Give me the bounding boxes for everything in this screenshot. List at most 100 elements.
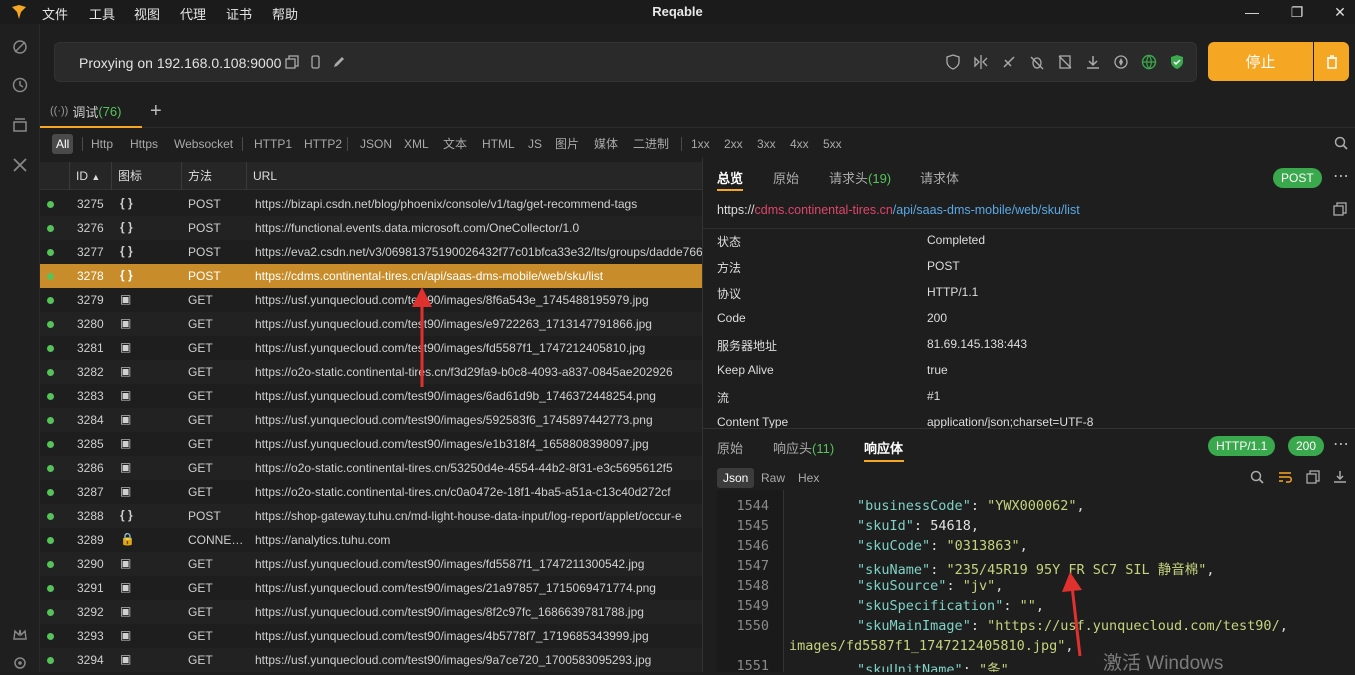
table-row[interactable]: 3277 { } POST https://eva2.csdn.net/v3/0698… (40, 240, 702, 264)
table-row[interactable]: 3294 ▣ GET https://usf.yunquecloud.com/test… (40, 648, 702, 672)
table-row[interactable]: 3291 ▣ GET https://usf.yunquecloud.com/test… (40, 576, 702, 600)
response-body-code[interactable]: 1544 "businessCode": "YWX000062", 1545 "sku… (717, 490, 1347, 672)
col-method[interactable]: 方法 (182, 162, 247, 190)
filter-2xx[interactable]: 2xx (720, 134, 747, 154)
close-button[interactable]: ✕ (1318, 0, 1355, 24)
search-body-icon[interactable] (1250, 470, 1264, 489)
filter-3xx[interactable]: 3xx (753, 134, 780, 154)
copy-url-icon[interactable] (1333, 202, 1347, 221)
table-row[interactable]: 3287 ▣ GET https://o2o-static.continental-t… (40, 480, 702, 504)
script-icon[interactable] (1055, 52, 1075, 72)
bug-icon[interactable] (1027, 52, 1047, 72)
table-row[interactable]: 3284 ▣ GET https://usf.yunquecloud.com/test… (40, 408, 702, 432)
menu-view[interactable]: 视图 (134, 4, 160, 23)
table-row[interactable]: 3283 ▣ GET https://usf.yunquecloud.com/test… (40, 384, 702, 408)
copy-body-icon[interactable] (1306, 470, 1320, 489)
menu-file[interactable]: 文件 (42, 4, 68, 23)
filter-image[interactable]: 图片 (551, 134, 583, 154)
edit-icon[interactable] (329, 52, 349, 72)
breakpoint-icon[interactable] (999, 52, 1019, 72)
table-row[interactable]: 3282 ▣ GET https://o2o-static.continental-t… (40, 360, 702, 384)
filter-all[interactable]: All (52, 134, 74, 154)
menu-tools[interactable]: 工具 (89, 4, 115, 23)
col-id[interactable]: ID ▲ (70, 162, 112, 190)
filter-5xx[interactable]: 5xx (819, 134, 846, 154)
tab-resp-headers[interactable]: 响应头(11) (773, 438, 834, 457)
tab-resp-raw[interactable]: 原始 (717, 438, 743, 457)
row-method: GET (188, 461, 213, 475)
col-icon[interactable]: 图标 (112, 162, 182, 190)
filter-http1[interactable]: HTTP1 (250, 134, 296, 154)
minimize-button[interactable]: — (1230, 0, 1274, 24)
maximize-button[interactable]: ❐ (1275, 0, 1319, 24)
status-code-badge: 200 (1288, 436, 1325, 456)
menu-cert[interactable]: 证书 (226, 4, 252, 23)
filter-xml[interactable]: XML (400, 134, 433, 154)
filter-js[interactable]: JS (524, 134, 546, 154)
trash-icon[interactable] (1314, 42, 1349, 81)
filter-http[interactable]: Http (87, 134, 117, 154)
tab-overview[interactable]: 总览 (717, 168, 743, 187)
filter-https[interactable]: Https (126, 134, 162, 154)
format-raw[interactable]: Raw (761, 468, 785, 488)
table-row[interactable]: 3279 ▣ GET https://usf.yunquecloud.com/test… (40, 288, 702, 312)
add-tab-button[interactable]: + (150, 100, 162, 123)
search-icon[interactable] (1334, 136, 1348, 155)
table-row[interactable]: 3285 ▣ GET https://usf.yunquecloud.com/test… (40, 432, 702, 456)
filter-4xx[interactable]: 4xx (786, 134, 813, 154)
table-row[interactable]: 3276 { } POST https://functional.events.dat… (40, 216, 702, 240)
menu-help[interactable]: 帮助 (272, 4, 298, 23)
tools-icon[interactable] (9, 154, 31, 176)
stop-button[interactable]: 停止 (1208, 42, 1313, 81)
table-row[interactable]: 3280 ▣ GET https://usf.yunquecloud.com/test… (40, 312, 702, 336)
tab-raw[interactable]: 原始 (773, 168, 799, 187)
col-url[interactable]: URL (247, 162, 702, 190)
row-method: GET (188, 437, 213, 451)
history-icon[interactable] (9, 74, 31, 96)
row-id: 3286 (77, 461, 104, 475)
more-icon[interactable]: ⋯ (1333, 166, 1349, 186)
row-id: 3289 (77, 533, 104, 547)
table-row[interactable]: 3289 🔒 CONNE… https://analytics.tuhu.com (40, 528, 702, 552)
mirror-icon[interactable] (971, 52, 991, 72)
table-row[interactable]: 3292 ▣ GET https://usf.yunquecloud.com/test… (40, 600, 702, 624)
capture-icon[interactable] (9, 36, 31, 58)
filter-websocket[interactable]: Websocket (170, 134, 237, 154)
export-icon[interactable] (1333, 470, 1347, 489)
table-row[interactable]: 3293 ▣ GET https://usf.yunquecloud.com/test… (40, 624, 702, 648)
more-resp-icon[interactable]: ⋯ (1333, 434, 1349, 454)
table-row[interactable]: 3286 ▣ GET https://o2o-static.continental-t… (40, 456, 702, 480)
filter-text[interactable]: 文本 (439, 134, 471, 154)
settings-icon[interactable] (9, 652, 31, 674)
row-method: POST (188, 221, 221, 235)
tab-resp-body[interactable]: 响应体 (864, 438, 903, 457)
format-json[interactable]: Json (717, 468, 755, 488)
table-row[interactable]: 3288 { } POST https://shop-gateway.tuhu.cn/… (40, 504, 702, 528)
table-row[interactable]: 3281 ▣ GET https://usf.yunquecloud.com/test… (40, 336, 702, 360)
menu-proxy[interactable]: 代理 (180, 4, 206, 23)
globe-icon[interactable] (1139, 52, 1159, 72)
tab-request-body[interactable]: 请求体 (920, 168, 959, 187)
table-row[interactable]: 3278 { } POST https://cdms.continental-tire… (40, 264, 702, 288)
copy-icon[interactable] (282, 52, 302, 72)
crown-icon[interactable] (9, 624, 31, 646)
filter-html[interactable]: HTML (478, 134, 519, 154)
throttle-icon[interactable] (1111, 52, 1131, 72)
tab-debug[interactable]: ((·)) 调试 (76) (40, 96, 142, 128)
tab-request-headers[interactable]: 请求头(19) (829, 168, 891, 187)
filter-media[interactable]: 媒体 (590, 134, 622, 154)
download-icon[interactable] (1083, 52, 1103, 72)
phone-icon[interactable] (305, 52, 325, 72)
shield-icon[interactable] (1167, 52, 1187, 72)
collections-icon[interactable] (9, 114, 31, 136)
row-method: POST (188, 197, 221, 211)
ssl-icon[interactable] (943, 52, 963, 72)
format-hex[interactable]: Hex (798, 468, 819, 488)
table-row[interactable]: 3290 ▣ GET https://usf.yunquecloud.com/test… (40, 552, 702, 576)
filter-http2[interactable]: HTTP2 (300, 134, 346, 154)
filter-binary[interactable]: 二进制 (629, 134, 673, 154)
filter-json[interactable]: JSON (356, 134, 396, 154)
table-row[interactable]: 3275 { } POST https://bizapi.csdn.net/blog/… (40, 192, 702, 216)
filter-1xx[interactable]: 1xx (687, 134, 714, 154)
wrap-icon[interactable] (1278, 470, 1292, 489)
